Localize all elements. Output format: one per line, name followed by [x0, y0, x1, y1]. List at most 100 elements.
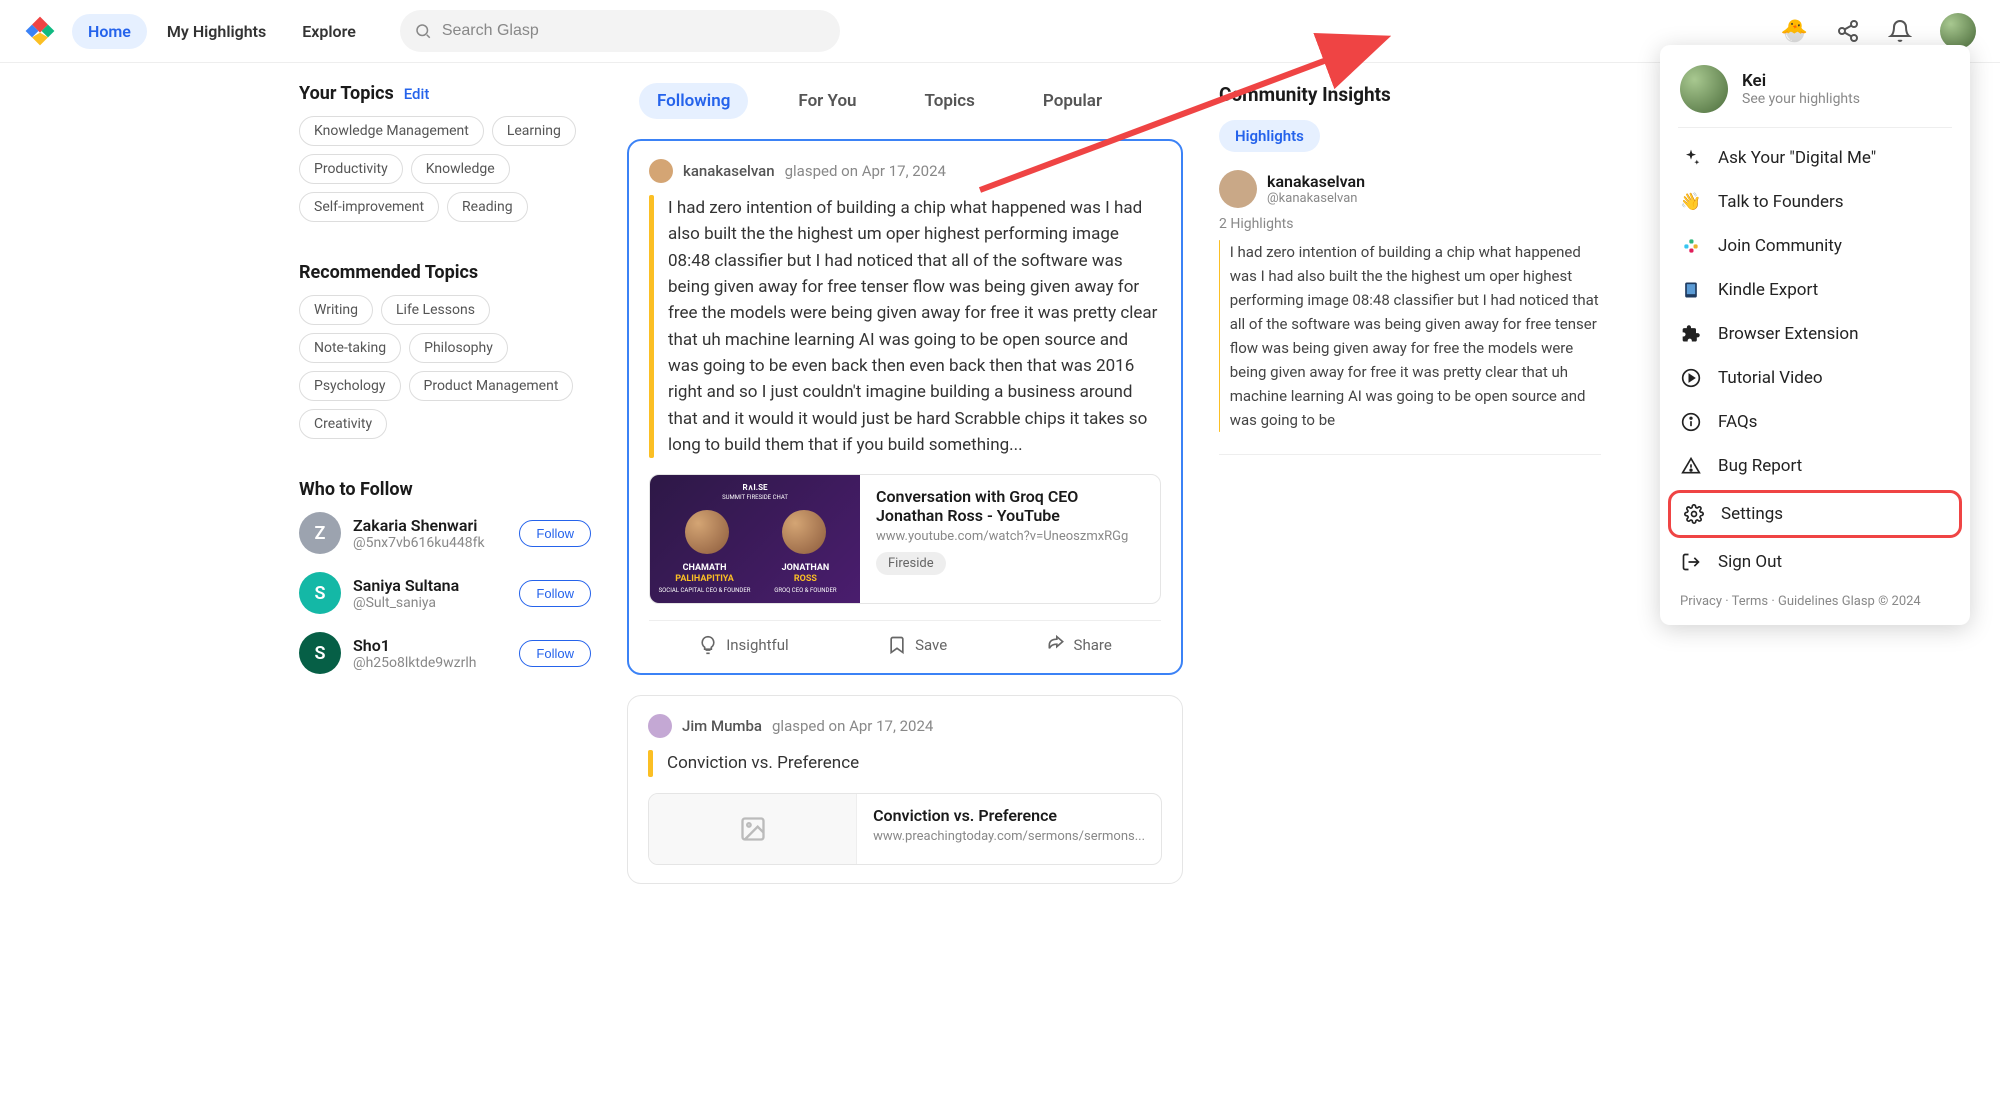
nav-my-highlights[interactable]: My Highlights [151, 14, 282, 49]
dropdown-item-kindle-export[interactable]: Kindle Export [1660, 268, 1970, 312]
footer-brand: Glasp © 2024 [1842, 594, 1921, 609]
dropdown-item-talk-to-founders[interactable]: 👋Talk to Founders [1660, 180, 1970, 224]
edit-topics-link[interactable]: Edit [404, 85, 430, 103]
topic-chip[interactable]: Note-taking [299, 333, 401, 363]
community-title: Community Insights [1219, 83, 1601, 106]
topic-chip[interactable]: Philosophy [409, 333, 508, 363]
dropdown-item-faqs[interactable]: FAQs [1660, 400, 1970, 444]
topic-chip[interactable]: Reading [447, 192, 528, 222]
footer-terms[interactable]: Terms [1732, 594, 1769, 609]
follow-name[interactable]: Saniya Sultana [353, 576, 507, 595]
link-preview[interactable]: R∧I.SESUMMIT FIRESIDE CHAT CHAMATHPALIHA… [649, 474, 1161, 604]
community-card: kanakaselvan @kanakaselvan 2 Highlights … [1219, 170, 1601, 455]
dropdown-item-label: Tutorial Video [1718, 368, 1823, 388]
who-to-follow-title: Who to Follow [299, 479, 591, 500]
topic-chip[interactable]: Product Management [409, 371, 574, 401]
highlight-bar [648, 750, 653, 776]
follow-name[interactable]: Sho1 [353, 636, 507, 655]
follow-button[interactable]: Follow [519, 520, 591, 547]
follow-item: S Saniya Sultana@Sult_saniya Follow [299, 572, 591, 614]
your-topics-chips: Knowledge Management Learning Productivity… [299, 116, 591, 222]
community-user[interactable]: kanakaselvan [1267, 172, 1365, 191]
tab-following[interactable]: Following [639, 83, 748, 119]
link-preview[interactable]: Conviction vs. Preference www.preachingt… [648, 793, 1162, 865]
highlight-bar [1219, 240, 1220, 432]
share-icon[interactable] [1836, 19, 1860, 43]
bulb-icon [698, 635, 718, 655]
footer-guidelines[interactable]: Guidelines [1778, 594, 1839, 609]
puzzle-icon [1680, 323, 1702, 345]
info-icon [1680, 411, 1702, 433]
feed-card[interactable]: kanakaselvan glasped on Apr 17, 2024 I h… [627, 139, 1183, 675]
save-button[interactable]: Save [887, 635, 947, 655]
nav-home[interactable]: Home [72, 14, 147, 49]
tab-for-you[interactable]: For You [780, 83, 874, 119]
topic-chip[interactable]: Productivity [299, 154, 403, 184]
dropdown-item-tutorial-video[interactable]: Tutorial Video [1660, 356, 1970, 400]
follow-item: S Sho1@h25o8lktde9wzrlh Follow [299, 632, 591, 674]
card-avatar[interactable] [648, 714, 672, 738]
dropdown-subtitle: See your highlights [1742, 91, 1860, 107]
highlights-tab[interactable]: Highlights [1219, 120, 1320, 152]
follow-button[interactable]: Follow [519, 640, 591, 667]
topic-chip[interactable]: Knowledge [411, 154, 510, 184]
warn-icon [1680, 455, 1702, 477]
topic-chip[interactable]: Creativity [299, 409, 387, 439]
follow-avatar[interactable]: S [299, 632, 341, 674]
dropdown-item-settings[interactable]: Settings [1668, 490, 1962, 538]
footer-privacy[interactable]: Privacy [1680, 594, 1722, 609]
rec-topics-title: Recommended Topics [299, 262, 591, 283]
topic-chip[interactable]: Learning [492, 116, 576, 146]
search-icon [414, 22, 432, 40]
dropdown-item-sign-out[interactable]: Sign Out [1660, 540, 1970, 584]
bookmark-icon [887, 635, 907, 655]
dropdown-avatar [1680, 65, 1728, 113]
highlight-count: 2 Highlights [1219, 216, 1601, 232]
share-button[interactable]: Share [1046, 635, 1112, 655]
tab-topics[interactable]: Topics [907, 83, 993, 119]
card-avatar[interactable] [649, 159, 673, 183]
topic-chip[interactable]: Life Lessons [381, 295, 490, 325]
glasp-logo[interactable] [24, 15, 56, 47]
link-tag[interactable]: Fireside [876, 552, 946, 575]
feed-card[interactable]: Jim Mumba glasped on Apr 17, 2024 Convic… [627, 695, 1183, 883]
dropdown-header[interactable]: Kei See your highlights [1660, 61, 1970, 127]
dropdown-item-bug-report[interactable]: Bug Report [1660, 444, 1970, 488]
dropdown-item-label: Settings [1721, 504, 1783, 524]
topic-chip[interactable]: Writing [299, 295, 373, 325]
card-user[interactable]: Jim Mumba [682, 717, 762, 735]
nav-explore[interactable]: Explore [286, 14, 372, 49]
follow-avatar[interactable]: Z [299, 512, 341, 554]
follow-handle: @5nx7vb616ku448fk [353, 535, 507, 551]
insightful-button[interactable]: Insightful [698, 635, 788, 655]
community-avatar[interactable] [1219, 170, 1257, 208]
your-topics-title: Your Topics Edit [299, 83, 591, 104]
topic-chip[interactable]: Self-improvement [299, 192, 439, 222]
play-icon [1680, 367, 1702, 389]
sidebar-right: Community Insights Highlights kanakaselv… [1195, 83, 1625, 904]
card-meta: glasped on Apr 17, 2024 [785, 162, 946, 180]
share-arrow-icon [1046, 635, 1066, 655]
tab-popular[interactable]: Popular [1025, 83, 1120, 119]
bell-icon[interactable] [1888, 19, 1912, 43]
user-avatar[interactable] [1940, 13, 1976, 49]
topic-chip[interactable]: Knowledge Management [299, 116, 484, 146]
follow-avatar[interactable]: S [299, 572, 341, 614]
dropdown-item-label: Join Community [1718, 236, 1842, 256]
dropdown-item-join-community[interactable]: Join Community [1660, 224, 1970, 268]
topic-chip[interactable]: Psychology [299, 371, 401, 401]
card-user[interactable]: kanakaselvan [683, 162, 775, 180]
header-right: 🐣 [1781, 13, 1976, 49]
chick-icon[interactable]: 🐣 [1781, 19, 1808, 44]
follow-item: Z Zakaria Shenwari@5nx7vb616ku448fk Foll… [299, 512, 591, 554]
sidebar-left: Your Topics Edit Knowledge Management Lea… [275, 83, 615, 904]
dropdown-item-ask-your-digital-me-[interactable]: Ask Your "Digital Me" [1660, 136, 1970, 180]
slack-icon [1680, 235, 1702, 257]
dropdown-item-browser-extension[interactable]: Browser Extension [1660, 312, 1970, 356]
follow-name[interactable]: Zakaria Shenwari [353, 516, 507, 535]
highlight-text: I had zero intention of building a chip … [668, 195, 1161, 458]
feed-tabs: Following For You Topics Popular [627, 83, 1183, 119]
dropdown-item-label: Ask Your "Digital Me" [1718, 148, 1876, 168]
search-input[interactable] [400, 10, 840, 52]
follow-button[interactable]: Follow [519, 580, 591, 607]
